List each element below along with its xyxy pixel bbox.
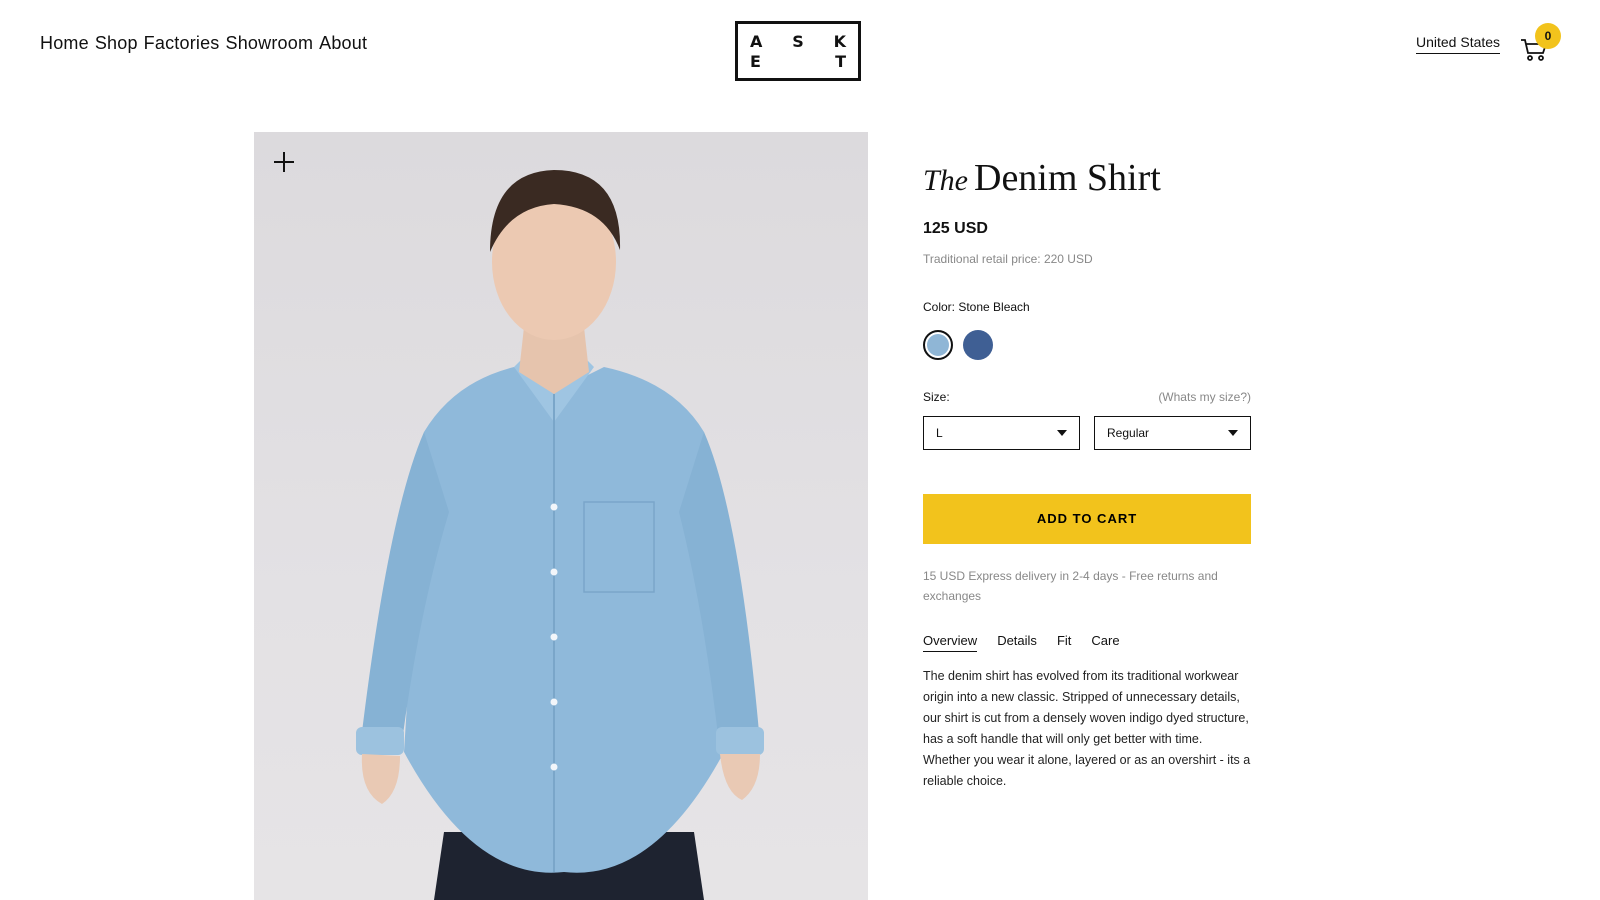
retail-price: Traditional retail price: 220 USD	[923, 251, 1093, 266]
tab-fit[interactable]: Fit	[1057, 633, 1071, 652]
fit-select[interactable]: Regular	[1094, 415, 1251, 450]
cart-count-badge: 0	[1535, 23, 1561, 49]
size-guide-link[interactable]: (Whats my size?)	[1158, 390, 1251, 404]
nav-home[interactable]: Home	[40, 33, 89, 54]
delivery-info: 15 USD Express delivery in 2-4 days - Fr…	[923, 568, 1218, 604]
add-to-cart-button[interactable]: ADD TO CART	[923, 493, 1251, 544]
product-price: 125 USD	[923, 219, 988, 237]
nav-factories[interactable]: Factories	[144, 33, 220, 54]
chevron-down-icon	[1057, 429, 1067, 436]
logo-letter: S	[792, 31, 804, 51]
product-tabs: Overview Details Fit Care	[923, 633, 1251, 652]
nav-shop[interactable]: Shop	[95, 33, 138, 54]
size-row: Size: (Whats my size?)	[923, 390, 1251, 404]
tab-overview[interactable]: Overview	[923, 633, 978, 652]
logo-letter: T	[835, 51, 846, 71]
product-info: The Denim Shirt 125 USD Traditional retai…	[923, 150, 1251, 804]
nav-showroom[interactable]: Showroom	[226, 33, 314, 54]
size-select[interactable]: L	[923, 415, 1080, 450]
logo-letter: E	[750, 51, 761, 71]
brand-logo[interactable]: A S K E T	[735, 21, 861, 81]
product-title: The Denim Shirt	[923, 157, 1251, 200]
logo-letter: A	[750, 31, 763, 51]
product-image[interactable]	[254, 132, 868, 900]
tab-care[interactable]: Care	[1091, 633, 1119, 652]
title-prefix: The	[923, 164, 968, 197]
product-description: The denim shirt has evolved from its tra…	[923, 668, 1251, 788]
main-nav: Home Shop Factories Showroom About	[40, 33, 367, 54]
size-selects: L Regular	[923, 415, 1251, 450]
nav-about[interactable]: About	[319, 33, 367, 54]
size-label: Size:	[923, 389, 950, 404]
model-photo	[356, 170, 764, 900]
tab-details[interactable]: Details	[997, 633, 1037, 652]
swatch-stone-bleach[interactable]	[923, 329, 953, 360]
swatch-dark[interactable]	[963, 329, 993, 360]
fit-select-value: Regular	[1107, 425, 1150, 440]
chevron-down-icon	[1228, 429, 1238, 436]
logo-letter: K	[833, 31, 846, 51]
size-select-value: L	[936, 425, 943, 440]
region-selector[interactable]: United States	[1416, 34, 1501, 54]
color-label: Color: Stone Bleach	[923, 299, 1030, 314]
title-text: Denim Shirt	[974, 157, 1161, 199]
color-swatches	[923, 329, 1251, 360]
